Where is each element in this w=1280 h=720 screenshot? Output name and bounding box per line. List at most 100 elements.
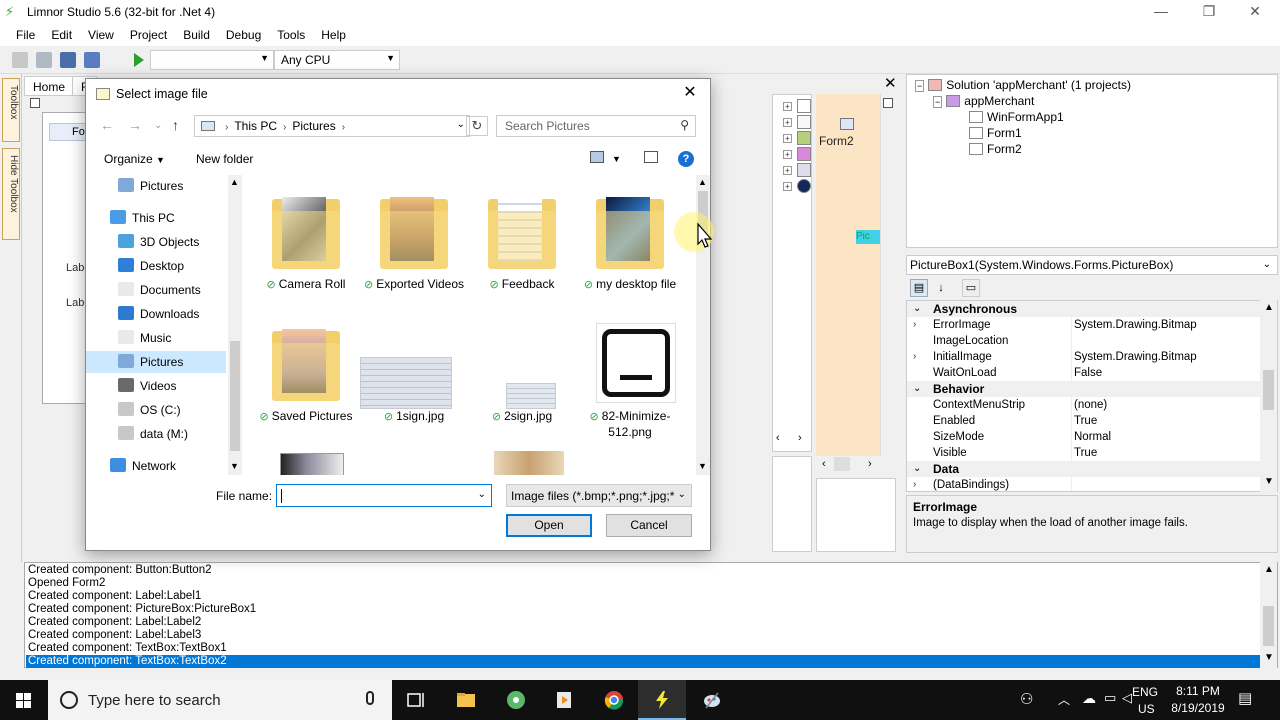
refresh-icon[interactable]: ↻ — [466, 116, 488, 136]
property-row[interactable]: ImageLocation — [907, 333, 1263, 349]
alphabetical-icon[interactable]: ↓ — [932, 279, 950, 297]
close-window-button[interactable]: ✕ — [1232, 0, 1278, 24]
nav-item-data-m[interactable]: data (M:) — [86, 423, 226, 445]
navigation-scrollbar[interactable]: ▲ ▼ — [228, 175, 242, 475]
property-category[interactable]: ⌄ Data — [907, 461, 1277, 477]
property-value[interactable]: False — [1074, 365, 1102, 381]
tree-node[interactable]: + — [783, 147, 811, 161]
notifications-icon[interactable]: ▤ — [1238, 689, 1252, 720]
output-line[interactable]: Created component: Label:Label3 — [28, 629, 201, 642]
preview-pane-icon[interactable] — [644, 151, 658, 163]
file-item[interactable]: ⊘ my desktop file — [576, 189, 684, 317]
volume-icon[interactable]: ◁ — [1122, 690, 1132, 720]
file-item[interactable]: ⊘ Feedback — [468, 189, 576, 317]
output-line[interactable]: Opened Form2 — [28, 577, 105, 590]
file-name-input[interactable]: ⌄ — [276, 484, 492, 507]
tree-node[interactable]: + — [783, 179, 811, 193]
expand-icon[interactable]: + — [783, 182, 792, 191]
taskbar-app-paint[interactable] — [688, 680, 736, 720]
property-object-selector[interactable]: PictureBox1(System.Windows.Forms.Picture… — [906, 255, 1278, 275]
configuration-dropdown[interactable]: ▼ — [150, 50, 274, 70]
property-value[interactable]: System.Drawing.Bitmap — [1074, 349, 1197, 365]
view-options-icon[interactable] — [590, 151, 604, 163]
menu-debug[interactable]: Debug — [218, 25, 269, 45]
tree-node[interactable]: + — [783, 99, 811, 113]
microphone-icon[interactable] — [366, 691, 374, 705]
solution-item[interactable]: Form2 — [969, 141, 1022, 157]
output-line[interactable]: Created component: Label:Label2 — [28, 616, 201, 629]
taskbar-app-atom[interactable] — [492, 680, 540, 720]
menu-file[interactable]: File — [8, 25, 43, 45]
output-line[interactable]: Created component: TextBox:TextBox2 — [26, 655, 1260, 668]
close-designer-icon[interactable]: ✕ — [884, 74, 897, 92]
expand-icon[interactable]: + — [783, 102, 792, 111]
expand-icon[interactable]: + — [783, 118, 792, 127]
project-node[interactable]: − appMerchant — [933, 93, 1034, 109]
property-row[interactable]: › (DataBindings) — [907, 477, 1263, 491]
property-row[interactable]: Enabled True — [907, 413, 1263, 429]
property-row[interactable]: WaitOnLoad False — [907, 365, 1263, 381]
menu-tools[interactable]: Tools — [269, 25, 313, 45]
tree-node[interactable]: + — [783, 115, 811, 129]
breadcrumb-this-pc[interactable]: This PC — [234, 119, 277, 133]
nav-item-network[interactable]: Network — [86, 455, 226, 477]
open-button[interactable]: Open — [506, 514, 592, 537]
address-bar[interactable]: › This PC › Pictures › ⌄ — [194, 115, 470, 137]
clock[interactable]: 8:11 PM 8/19/2019 — [1166, 684, 1230, 720]
output-line[interactable]: Created component: PictureBox:PictureBox… — [28, 603, 256, 616]
menu-help[interactable]: Help — [313, 25, 354, 45]
checkbox-icon[interactable] — [883, 98, 893, 108]
property-row[interactable]: › InitialImage System.Drawing.Bitmap — [907, 349, 1263, 365]
taskbar-chrome[interactable] — [590, 680, 638, 720]
help-icon[interactable]: ? — [678, 151, 694, 167]
chevron-down-icon[interactable]: ▼ — [612, 154, 621, 164]
search-input[interactable]: Search Pictures ⚲ — [496, 115, 696, 137]
file-item[interactable]: ⊘ 1sign.jpg — [360, 321, 468, 449]
expand-icon[interactable]: › — [913, 317, 923, 333]
property-row[interactable]: Visible True — [907, 445, 1263, 461]
property-category[interactable]: ⌄ Asynchronous — [907, 301, 1277, 317]
image-thumbnail[interactable] — [280, 453, 344, 475]
back-arrow-icon[interactable]: ← — [100, 117, 114, 133]
output-line[interactable]: Created component: Label:Label1 — [28, 590, 201, 603]
platform-dropdown[interactable]: Any CPU ▼ — [274, 50, 400, 70]
solution-root[interactable]: − Solution 'appMerchant' (1 projects) — [915, 77, 1131, 93]
network-icon[interactable]: ▭ — [1104, 690, 1116, 720]
taskbar-search-box[interactable]: Type here to search — [48, 680, 392, 720]
collapse-icon[interactable]: − — [933, 96, 943, 108]
nav-item-videos[interactable]: Videos — [86, 375, 226, 397]
collapse-icon[interactable]: ⌄ — [913, 461, 923, 477]
taskbar-file-explorer[interactable] — [442, 680, 490, 720]
menu-view[interactable]: View — [80, 25, 122, 45]
menu-build[interactable]: Build — [175, 25, 218, 45]
picturebox-preview[interactable]: Pic — [856, 230, 880, 244]
chevron-up-icon[interactable]: ︿ — [1058, 691, 1070, 720]
print-icon[interactable] — [36, 52, 52, 68]
property-value[interactable]: True — [1074, 413, 1097, 429]
property-value[interactable]: System.Drawing.Bitmap — [1074, 317, 1197, 333]
nav-item-downloads[interactable]: Downloads — [86, 303, 226, 325]
task-view-button[interactable] — [392, 680, 440, 720]
taskbar-limnor-studio[interactable] — [638, 680, 686, 720]
property-value[interactable]: (none) — [1074, 397, 1107, 413]
nav-item-3d-objects[interactable]: 3D Objects — [86, 231, 226, 253]
file-item[interactable]: ⊘ Saved Pictures — [252, 321, 360, 449]
collapse-icon[interactable]: − — [915, 80, 925, 92]
output-scrollbar[interactable]: ▲ ▼ — [1260, 562, 1277, 668]
image-thumbnail[interactable] — [494, 451, 564, 475]
horizontal-scrollbar[interactable]: ‹ › — [816, 456, 896, 474]
save-all-icon[interactable] — [84, 52, 100, 68]
dialog-close-button[interactable]: ✕ — [678, 83, 702, 105]
tab-home[interactable]: Home — [24, 76, 75, 96]
tree-node[interactable]: + — [783, 163, 811, 177]
expand-icon[interactable]: › — [913, 477, 923, 491]
breadcrumb-pictures[interactable]: Pictures — [292, 119, 335, 133]
file-item[interactable]: ⊘ Camera Roll — [252, 189, 360, 317]
recent-locations-icon[interactable]: ⌄ — [154, 120, 162, 131]
hide-toolbox-tab[interactable]: Hide Toolbox — [2, 148, 20, 240]
maximize-button[interactable]: ❐ — [1186, 0, 1232, 24]
collapse-icon[interactable]: ⌄ — [913, 381, 923, 397]
cloud-icon[interactable]: ☁ — [1082, 690, 1096, 720]
property-row[interactable]: ContextMenuStrip (none) — [907, 397, 1263, 413]
file-item[interactable]: ⊘ 2sign.jpg — [468, 321, 576, 449]
